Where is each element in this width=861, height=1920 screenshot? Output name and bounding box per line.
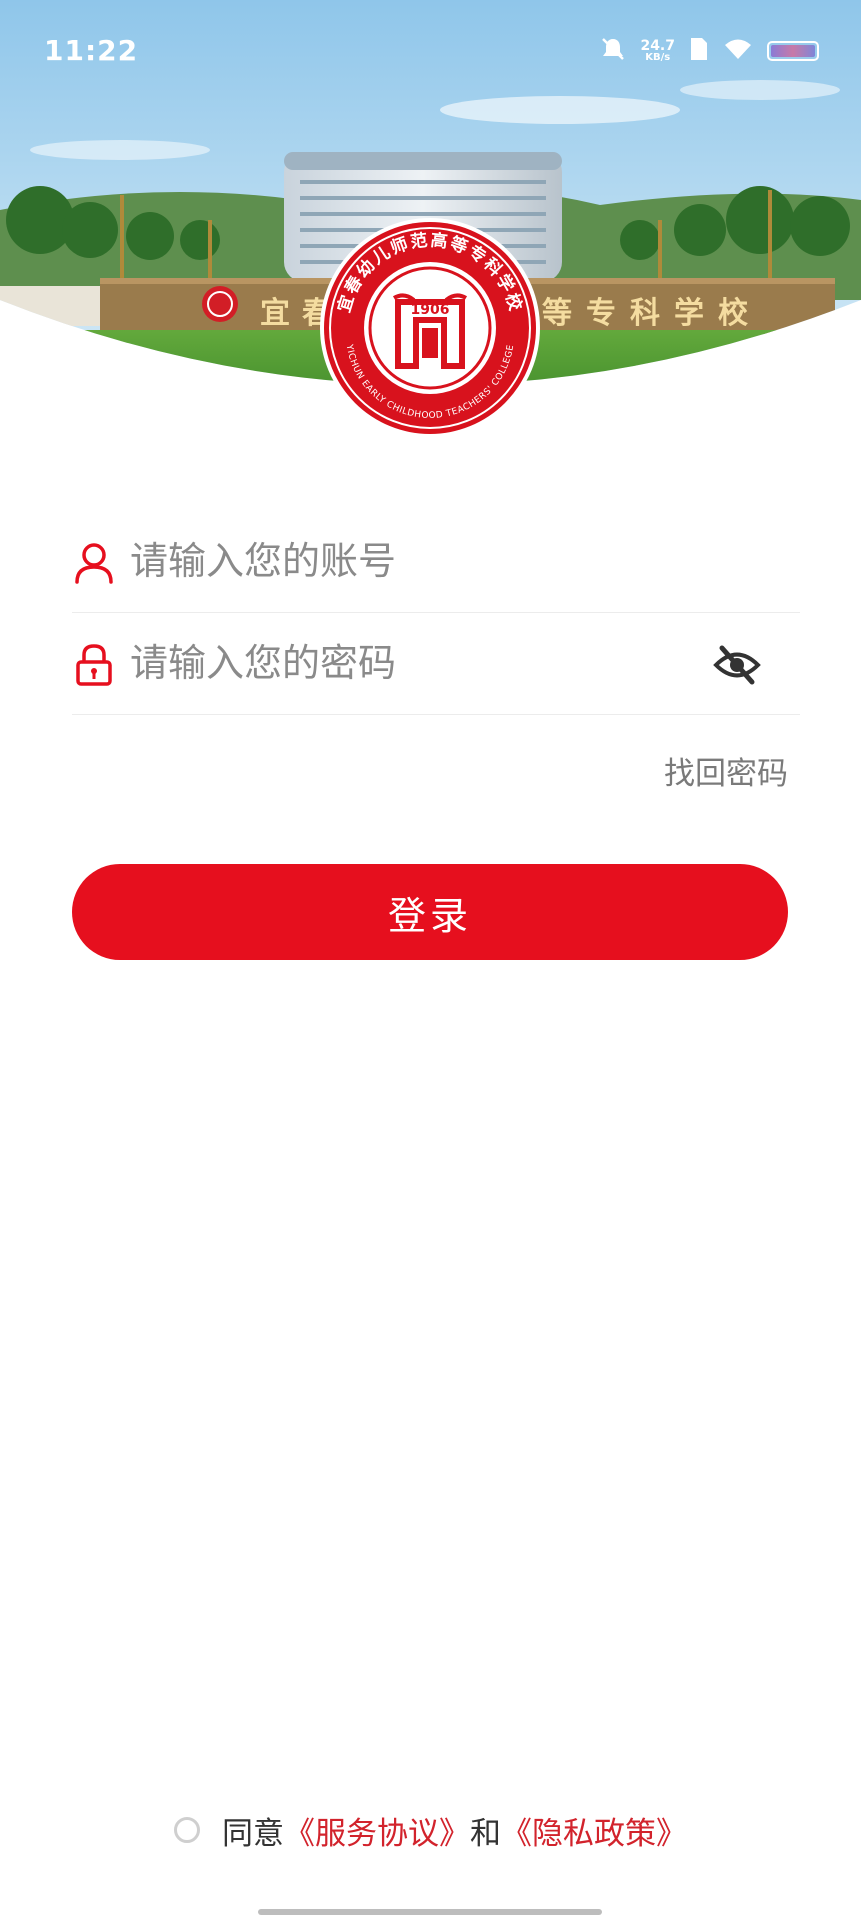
login-button[interactable]: 登录	[72, 864, 788, 960]
password-input[interactable]	[128, 632, 692, 694]
status-icons: 24.7 KB/s	[600, 34, 819, 68]
home-indicator[interactable]	[258, 1909, 602, 1915]
sign-char: 学	[674, 296, 704, 331]
sign-char: 宜	[260, 296, 290, 331]
battery-level	[771, 45, 815, 57]
password-field-row	[72, 614, 800, 715]
user-icon	[72, 540, 116, 584]
agreement-radio[interactable]	[174, 1817, 200, 1843]
agreement-row: 同意 《服务协议》 和 《隐私政策》	[0, 1806, 861, 1854]
sign-char: 专	[586, 296, 616, 331]
status-bar: 11:22 24.7 KB/s	[0, 0, 861, 100]
account-input[interactable]	[128, 530, 692, 592]
emblem-year: 1906	[411, 302, 450, 318]
sign-char: 等	[542, 296, 572, 331]
net-speed: 24.7 KB/s	[640, 39, 675, 63]
service-agreement-link[interactable]: 《服务协议》	[284, 1808, 470, 1853]
agreement-conjunction: 和	[470, 1815, 501, 1852]
lock-icon	[72, 642, 116, 686]
net-speed-value: 24.7	[640, 38, 675, 54]
status-time: 11:22	[44, 34, 139, 67]
sim-icon	[689, 36, 709, 66]
privacy-policy-link[interactable]: 《隐私政策》	[501, 1808, 687, 1853]
net-speed-unit: KB/s	[645, 52, 671, 63]
toggle-password-visibility-icon[interactable]	[712, 640, 762, 690]
college-emblem: 宜春幼儿师范高等专科学校 YICHUN EARLY CHILDHOOD TEAC…	[318, 216, 542, 440]
mute-bell-icon	[600, 36, 626, 66]
battery-icon	[767, 41, 819, 61]
forgot-password-link[interactable]: 找回密码	[664, 748, 788, 793]
account-field-row	[72, 512, 800, 613]
agreement-prefix: 同意	[222, 1815, 284, 1852]
sign-char: 校	[718, 296, 748, 331]
sign-char: 科	[630, 296, 660, 331]
wifi-icon	[723, 37, 753, 65]
